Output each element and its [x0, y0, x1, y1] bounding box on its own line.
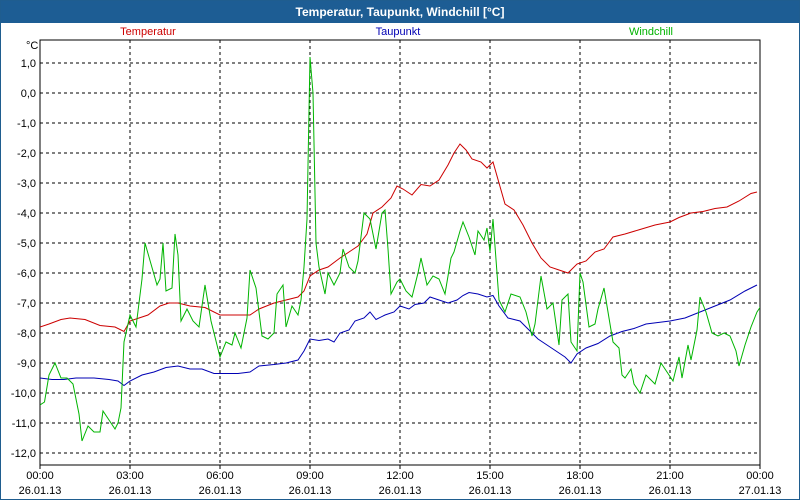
series-line-taupunkt	[40, 284, 758, 387]
x-tick-time: 18:00	[566, 470, 594, 482]
x-tick-date: 26.01.13	[199, 485, 242, 497]
series-line-windchill	[40, 56, 760, 442]
x-tick-date: 26.01.13	[289, 485, 332, 497]
y-tick-label: -3,0	[17, 178, 36, 190]
x-tick-time: 00:00	[26, 470, 54, 482]
y-tick-label: -10,0	[11, 388, 36, 400]
x-tick-time: 15:00	[476, 470, 504, 482]
legend-windchill: Windchill	[629, 26, 673, 38]
y-tick-label: -1,0	[17, 118, 36, 130]
legend-temperatur: Temperatur	[120, 26, 176, 38]
x-tick-date: 26.01.13	[379, 485, 422, 497]
y-tick-label: 1,0	[21, 58, 36, 70]
series-lines	[40, 56, 760, 442]
series-line-temperatur	[40, 143, 758, 333]
y-axis-label: °C	[26, 40, 38, 52]
y-tick-label: -9,0	[17, 358, 36, 370]
x-tick-time: 06:00	[206, 470, 234, 482]
x-tick-time: 21:00	[656, 470, 684, 482]
x-tick-time: 09:00	[296, 470, 324, 482]
y-tick-label: -11,0	[12, 418, 36, 430]
legend: Temperatur Taupunkt Windchill	[120, 26, 673, 38]
x-tick-date: 26.01.13	[19, 485, 62, 497]
x-tick-date: 27.01.13	[739, 485, 782, 497]
x-tick-date: 26.01.13	[109, 485, 152, 497]
chart-canvas: 1,0 0,0 -1,0 -2,0 -3,0 -4,0 -5,0 -6,0 -7,0 -8,0 -9…	[11, 26, 782, 497]
y-tick-label: -5,0	[17, 238, 36, 250]
x-tick-labels: 00:00 26.01.13 03:00 26.01.13 06:00 26.01.13 0…	[19, 470, 782, 497]
x-tick-time: 03:00	[116, 470, 144, 482]
x-tick-time: 00:00	[746, 470, 774, 482]
x-tick-date: 26.01.13	[559, 485, 602, 497]
y-tick-label: -7,0	[17, 298, 36, 310]
legend-taupunkt: Taupunkt	[376, 26, 421, 38]
y-tick-label: -2,0	[17, 148, 36, 160]
y-tick-label: -6,0	[17, 268, 36, 280]
y-tick-label: -8,0	[17, 328, 36, 340]
x-tick-date: 26.01.13	[649, 485, 692, 497]
x-tick-date: 26.01.13	[469, 485, 512, 497]
y-tick-label: -12,0	[11, 448, 36, 460]
y-tick-labels: 1,0 0,0 -1,0 -2,0 -3,0 -4,0 -5,0 -6,0 -7,0 -8,0 -9…	[11, 58, 36, 460]
y-tick-label: 0,0	[21, 88, 36, 100]
y-tick-label: -4,0	[17, 208, 36, 220]
x-tick-time: 12:00	[386, 470, 414, 482]
